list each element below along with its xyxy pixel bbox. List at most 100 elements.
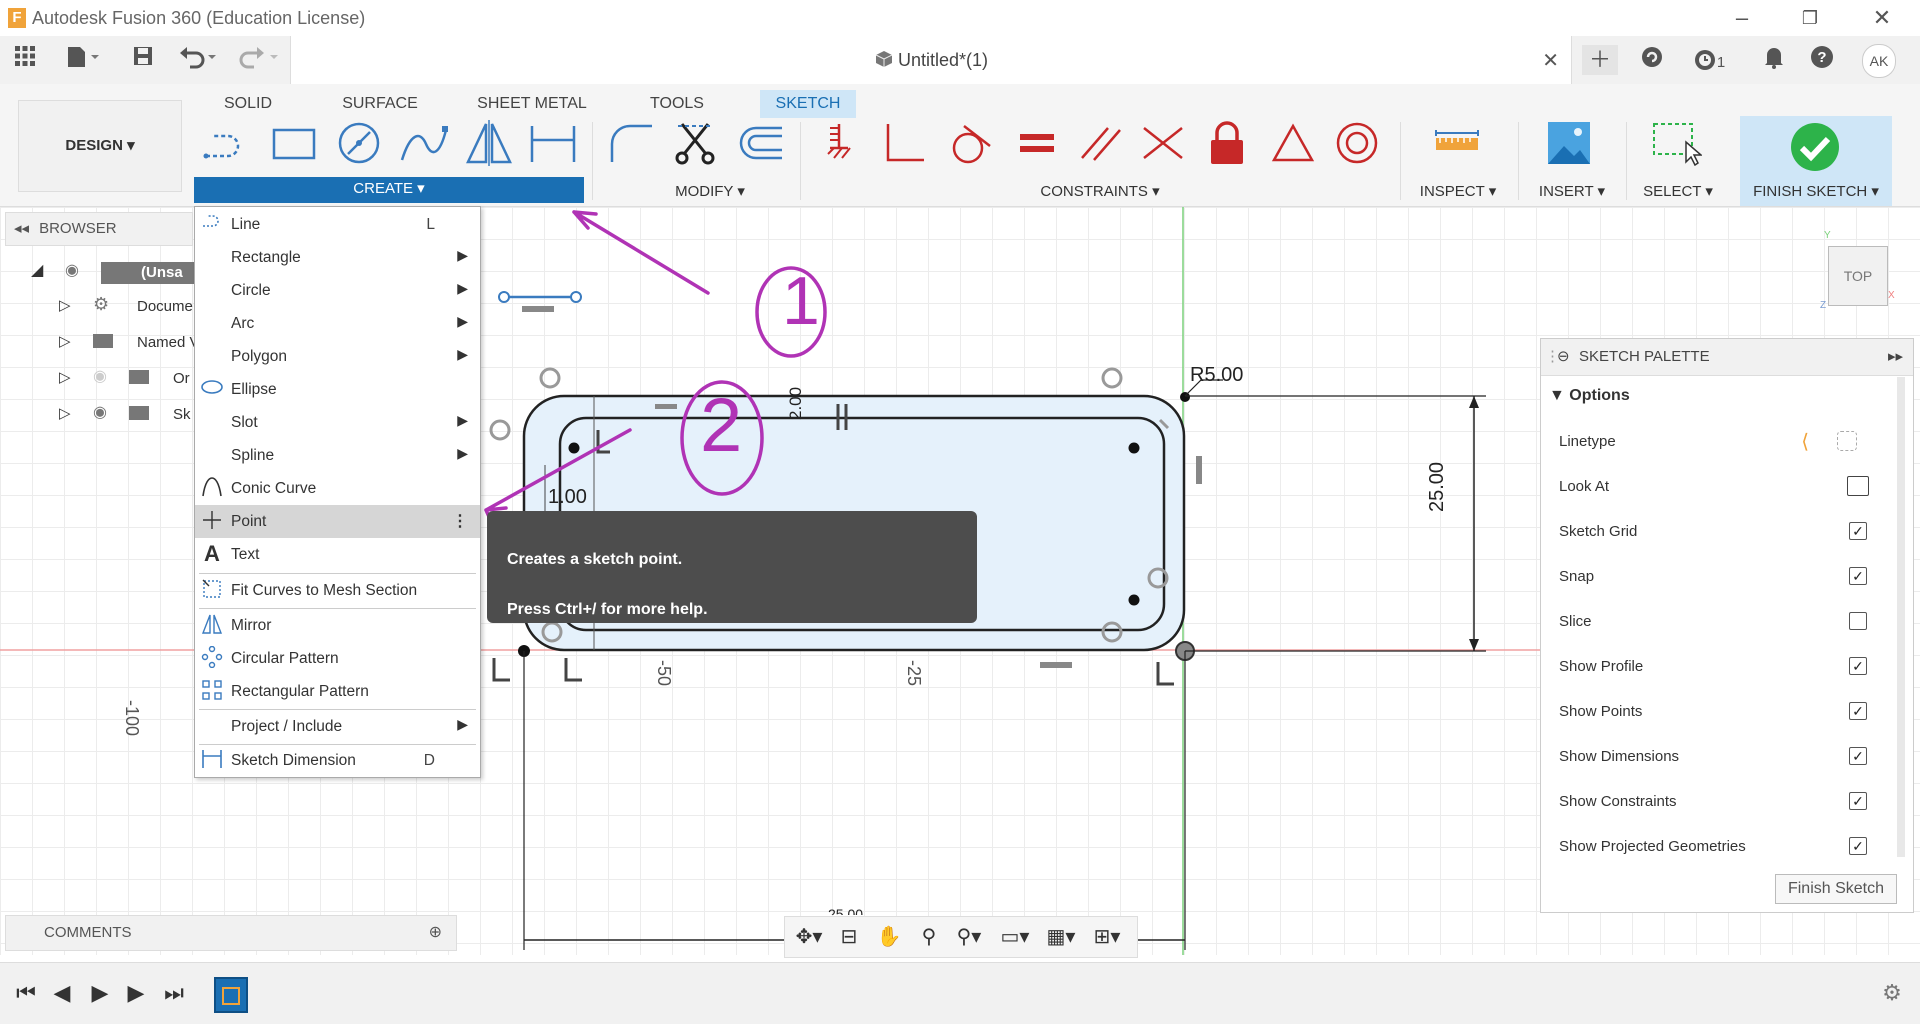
menu-item-rectangle[interactable]: Rectangle ▶ (195, 241, 480, 274)
minimize-button[interactable]: – (1722, 4, 1762, 32)
show-points-checkbox[interactable]: ✓ (1849, 702, 1867, 720)
menu-item-line[interactable]: Line L (195, 208, 480, 241)
tab-solid[interactable]: SOLID (208, 90, 288, 118)
rectangle-tool-icon[interactable] (266, 120, 320, 166)
viewports-icon[interactable]: ⊞▾ (1087, 923, 1127, 951)
palette-row-show-projected-geometries[interactable]: Show Projected Geometries ✓ (1541, 824, 1913, 869)
fillet-tool-icon[interactable] (604, 120, 658, 166)
finish-sketch-button[interactable]: Finish Sketch (1775, 874, 1897, 904)
eye-hidden-icon[interactable]: ◉ (93, 366, 107, 386)
notifications-bell-icon[interactable] (1756, 45, 1792, 75)
play-icon[interactable]: ▶ (86, 979, 114, 1007)
fit-zoom-icon[interactable]: ⚲▾ (949, 923, 989, 951)
browser-root-item[interactable]: ◢ ◉ (Unsa (5, 254, 251, 288)
grid-settings-icon[interactable]: ▦▾ (1041, 923, 1081, 951)
extensions-icon[interactable] (1634, 45, 1670, 75)
show-profile-checkbox[interactable]: ✓ (1849, 657, 1867, 675)
browser-item-sketches[interactable]: ▷ ◉ Sk (5, 398, 205, 432)
perpendicular-cross-icon[interactable] (1136, 120, 1190, 166)
tab-sheet-metal[interactable]: SHEET METAL (472, 90, 592, 118)
menu-item-circular-pattern[interactable]: Circular Pattern (195, 642, 480, 675)
dimension-radius[interactable]: R5.00 (1190, 364, 1243, 387)
offset-tool-icon[interactable] (734, 120, 788, 166)
pan-hand-icon[interactable]: ✋ (869, 923, 909, 951)
line-tool-icon[interactable] (200, 120, 254, 166)
slice-checkbox[interactable] (1849, 612, 1867, 630)
constraints-menu-button[interactable]: CONSTRAINTS ▾ (1010, 180, 1190, 204)
close-tab-icon[interactable]: ✕ (1542, 48, 1559, 73)
sketch-grid-checkbox[interactable]: ✓ (1849, 522, 1867, 540)
palette-row-show-dimensions[interactable]: Show Dimensions ✓ (1541, 734, 1913, 779)
collapse-triangle-icon[interactable]: ◢ (31, 260, 43, 280)
save-icon[interactable] (128, 45, 158, 75)
look-at-icon[interactable] (1847, 476, 1869, 496)
menu-item-circle[interactable]: Circle ▶ (195, 274, 480, 307)
dimension-top-small[interactable]: 2.00 (786, 387, 806, 420)
workspace-switcher[interactable]: DESIGN ▾ (18, 100, 182, 192)
timeline-sketch-feature[interactable] (214, 977, 248, 1013)
centerline-icon[interactable] (1837, 431, 1857, 451)
select-box-icon[interactable] (1648, 120, 1704, 167)
undo-icon[interactable] (176, 45, 220, 75)
menu-item-project-include[interactable]: Project / Include ▶ (195, 710, 480, 743)
browser-header[interactable]: ◂◂ BROWSER (5, 212, 193, 246)
palette-row-show-points[interactable]: Show Points ✓ (1541, 689, 1913, 734)
menu-item-text[interactable]: A Text (195, 538, 480, 571)
zoom-icon[interactable]: ⚲ (909, 923, 949, 951)
finish-sketch-check-icon[interactable] (1790, 122, 1840, 172)
dimension-bottom[interactable]: 25.00 (828, 906, 863, 915)
sketch-palette-header[interactable]: ⋮ ⊖ SKETCH PALETTE ▸▸ (1541, 339, 1913, 376)
help-icon[interactable]: ? (1804, 45, 1840, 75)
orbit-icon[interactable]: ✥▾ (789, 923, 829, 951)
viewcube[interactable]: TOP (1828, 246, 1888, 306)
fix-lock-icon[interactable] (1200, 120, 1254, 166)
construction-line-icon[interactable]: ⟨ (1801, 429, 1809, 454)
circle-tool-icon[interactable] (332, 120, 386, 166)
browser-item-named-views[interactable]: ▷ Named V (5, 326, 205, 360)
look-at-face-icon[interactable]: ⊟ (829, 923, 869, 951)
parallel-constraint-icon[interactable] (1074, 120, 1128, 166)
finish-sketch-menu-button[interactable]: FINISH SKETCH ▾ (1740, 180, 1892, 204)
browser-item-origin[interactable]: ▷ ◉ Or (5, 362, 205, 396)
step-forward-icon[interactable]: ▶ (122, 979, 150, 1007)
expand-triangle-icon[interactable]: ▷ (59, 296, 71, 314)
menu-item-fit-curves[interactable]: Fit Curves to Mesh Section (195, 574, 480, 607)
dimension-left-small[interactable]: 1.00 (548, 486, 587, 509)
eye-icon[interactable]: ◉ (93, 402, 107, 422)
expand-triangle-icon[interactable]: ▷ (59, 368, 71, 386)
comments-panel[interactable]: COMMENTS ⊕ (5, 915, 457, 951)
go-to-end-icon[interactable]: ⏭ (160, 979, 188, 1007)
file-menu-icon[interactable] (60, 45, 104, 75)
browser-item-document-settings[interactable]: ▷ ⚙ Docume (5, 290, 205, 324)
mirror-tool-icon[interactable] (462, 120, 516, 166)
perpendicular-constraint-icon[interactable] (878, 120, 932, 166)
show-constraints-checkbox[interactable]: ✓ (1849, 792, 1867, 810)
new-tab-plus-icon[interactable]: ＋ (1582, 45, 1618, 75)
coincident-constraint-icon[interactable] (812, 120, 866, 166)
palette-row-snap[interactable]: Snap ✓ (1541, 554, 1913, 599)
menu-item-arc[interactable]: Arc ▶ (195, 307, 480, 340)
restore-button[interactable]: ❐ (1790, 4, 1830, 32)
snap-checkbox[interactable]: ✓ (1849, 567, 1867, 585)
tangent-constraint-icon[interactable] (944, 120, 998, 166)
palette-row-show-profile[interactable]: Show Profile ✓ (1541, 644, 1913, 689)
sketch-dimension-tool-icon[interactable] (526, 120, 580, 166)
measure-ruler-icon[interactable] (1430, 120, 1484, 166)
more-options-icon[interactable]: ⋮ (452, 511, 468, 531)
menu-item-ellipse[interactable]: Ellipse (195, 373, 480, 406)
create-menu-button[interactable]: CREATE ▾ (194, 177, 584, 203)
go-to-start-icon[interactable]: ⏮ (12, 979, 40, 1007)
tab-sketch[interactable]: SKETCH (760, 90, 856, 118)
user-avatar[interactable]: AK (1862, 44, 1896, 78)
menu-item-rectangular-pattern[interactable]: Rectangular Pattern (195, 675, 480, 708)
job-status-icon[interactable]: 1 (1684, 45, 1734, 75)
concentric-constraint-icon[interactable] (1330, 120, 1384, 166)
modify-menu-button[interactable]: MODIFY ▾ (640, 180, 780, 204)
data-panel-grid-icon[interactable] (10, 45, 40, 75)
palette-scrollbar[interactable] (1897, 377, 1905, 857)
eye-icon[interactable]: ◉ (65, 260, 79, 280)
expand-panel-icon[interactable]: ▸▸ (1888, 339, 1903, 375)
palette-row-sketch-grid[interactable]: Sketch Grid ✓ (1541, 509, 1913, 554)
timeline-settings-gear-icon[interactable]: ⚙ (1878, 979, 1906, 1007)
menu-item-slot[interactable]: Slot ▶ (195, 406, 480, 439)
